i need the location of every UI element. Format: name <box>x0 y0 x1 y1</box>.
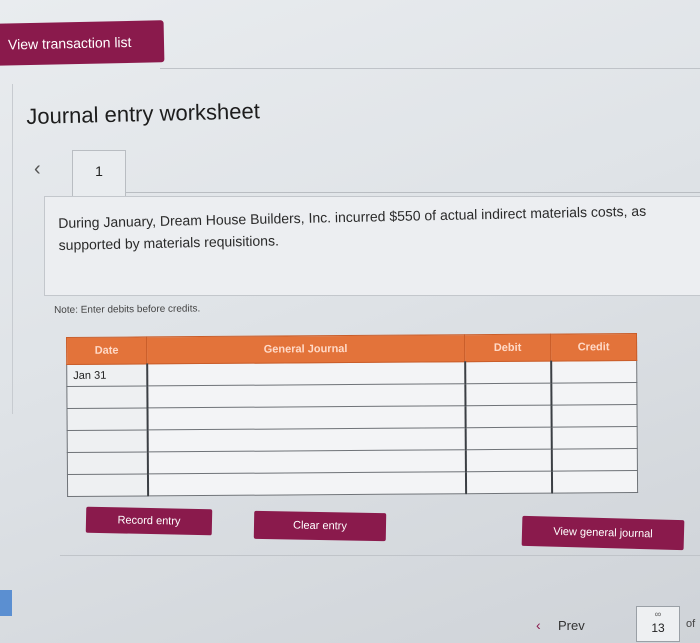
view-general-journal-button[interactable]: View general journal <box>521 515 685 551</box>
debit-input[interactable] <box>464 405 552 428</box>
column-header-credit: Credit <box>550 333 637 362</box>
prev-button[interactable]: Prev <box>538 618 585 633</box>
general-journal-input[interactable] <box>146 383 465 408</box>
divider <box>60 555 700 556</box>
date-cell <box>67 473 148 497</box>
debit-input[interactable] <box>465 449 552 472</box>
page-of-label: of <box>686 618 696 630</box>
general-journal-input[interactable] <box>146 361 465 386</box>
tab-divider <box>126 192 700 193</box>
date-cell <box>67 451 148 475</box>
side-indicator <box>0 590 12 616</box>
column-header-debit: Debit <box>464 334 551 362</box>
chevron-left-icon[interactable]: ‹ <box>34 158 41 181</box>
credit-input[interactable] <box>550 360 637 384</box>
record-entry-button[interactable]: Record entry <box>85 506 213 536</box>
tab-1[interactable]: 1 <box>72 150 126 196</box>
column-header-date: Date <box>66 336 147 365</box>
credit-input[interactable] <box>551 448 638 472</box>
tab-number: 1 <box>95 163 103 179</box>
credit-input[interactable] <box>551 470 638 494</box>
debit-input[interactable] <box>465 471 552 494</box>
screen: View transaction list Journal entry work… <box>0 0 700 643</box>
link-icon: ∞ <box>654 609 662 619</box>
general-journal-input[interactable] <box>147 449 466 474</box>
date-cell <box>66 407 148 431</box>
journal-table: Date General Journal Debit Credit Jan 31 <box>66 333 638 502</box>
credit-input[interactable] <box>550 382 637 406</box>
debit-input[interactable] <box>464 383 551 406</box>
prev-label: Prev <box>558 618 585 633</box>
date-cell <box>67 429 148 453</box>
view-transaction-list-button[interactable]: View transaction list <box>0 20 165 66</box>
divider <box>160 68 700 69</box>
general-journal-input[interactable] <box>147 427 466 452</box>
general-journal-input[interactable] <box>146 405 466 430</box>
debit-input[interactable] <box>464 361 551 384</box>
date-cell <box>66 385 147 409</box>
page-indicator[interactable]: ∞ 13 <box>636 606 680 642</box>
credit-input[interactable] <box>551 426 638 450</box>
general-journal-input[interactable] <box>147 471 466 496</box>
table-row <box>67 470 638 497</box>
date-cell: Jan 31 <box>66 363 147 387</box>
column-header-general-journal: General Journal <box>146 334 465 364</box>
debit-input[interactable] <box>465 427 552 450</box>
credit-input[interactable] <box>550 404 638 428</box>
clear-entry-button[interactable]: Clear entry <box>253 510 387 542</box>
page-number: 13 <box>651 621 665 635</box>
note-text: Note: Enter debits before credits. <box>54 303 201 316</box>
